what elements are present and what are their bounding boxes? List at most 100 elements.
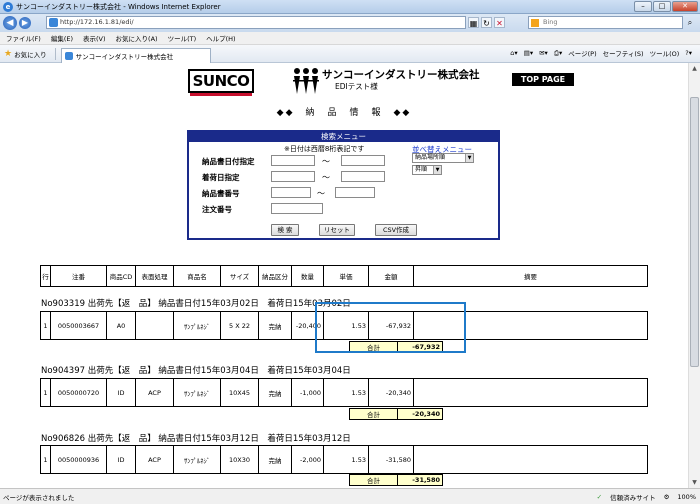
invoice-date-from-input[interactable] <box>271 155 315 166</box>
mail-icon[interactable]: ✉▾ <box>539 49 548 57</box>
favorites-button[interactable]: お気に入り <box>14 49 47 59</box>
invoice-date-to-input[interactable] <box>341 155 385 166</box>
cell-line: 1 <box>40 311 51 340</box>
cell-finish <box>135 311 174 340</box>
cell-product-cd: ID <box>106 378 136 407</box>
window-title: サンコーインダストリー株式会社 - Windows Internet Explo… <box>16 2 221 11</box>
cmd-page[interactable]: ページ(P) <box>568 48 596 58</box>
order-header: No906826 出荷先【返 品】 納品書日付15年03月12日 着荷日15年0… <box>41 434 351 444</box>
arrival-date-to-input[interactable] <box>341 171 385 182</box>
chevron-down-icon: ▼ <box>465 154 473 162</box>
maximize-button[interactable]: □ <box>653 1 671 12</box>
cell-product-name: ｻﾝﾌﾟﾙﾈｼﾞ <box>173 311 221 340</box>
cell-line: 1 <box>40 378 51 407</box>
menu-bar: ファイル(F) 編集(E) 表示(V) お気に入り(A) ツール(T) ヘルプ(… <box>0 32 700 45</box>
bing-icon <box>531 19 539 27</box>
cell-line: 1 <box>40 445 51 474</box>
highlight-overlay <box>315 302 466 353</box>
cell-order-no: 0050000936 <box>50 445 107 474</box>
page-viewport: SUNCO サンコーインダストリー株式会社 EDIテスト様 TOP PAGE ◆… <box>0 63 688 488</box>
invoice-number-to-input[interactable] <box>335 187 375 198</box>
logo-text: SUNCO <box>192 72 250 90</box>
url-input[interactable]: http://172.16.1.81/edi/ <box>46 16 466 29</box>
home-icon[interactable]: ⌂▾ <box>510 49 517 57</box>
total-value: -31,580 <box>397 474 443 486</box>
edi-user-label: EDIテスト様 <box>335 82 378 91</box>
page-title: ◆◆ 納 品 情 報 ◆◆ <box>276 108 412 118</box>
close-button[interactable]: ✕ <box>672 1 698 12</box>
window-controls: – □ ✕ <box>634 1 698 12</box>
menu-edit[interactable]: 編集(E) <box>51 33 73 43</box>
sort-field-value: 納品場所順 <box>415 154 446 161</box>
tilde: ～ <box>322 157 330 166</box>
order-header: No904397 出荷先【返 品】 納品書日付15年03月04日 着荷日15年0… <box>41 366 351 376</box>
cell-finish: ACP <box>135 445 174 474</box>
order-number-input[interactable] <box>271 203 323 214</box>
cmd-safety[interactable]: セーフティ(S) <box>603 48 644 58</box>
logo-bar <box>190 93 252 96</box>
cell-amount: -20,340 <box>368 378 414 407</box>
cell-remarks <box>413 378 648 407</box>
search-button[interactable]: 検 索 <box>271 224 299 236</box>
refresh-icon[interactable]: ↻ <box>481 17 492 28</box>
stop-icon[interactable]: ✕ <box>494 17 505 28</box>
command-bar: ⌂▾ ▤▾ ✉▾ ⎙▾ ページ(P) セーフティ(S) ツール(O) ?▾ <box>510 48 692 59</box>
cmd-tools[interactable]: ツール(O) <box>650 48 680 58</box>
top-page-button[interactable]: TOP PAGE <box>512 73 574 86</box>
cell-delivery-type: 完納 <box>258 378 292 407</box>
invoice-number-from-input[interactable] <box>271 187 311 198</box>
search-icon[interactable]: ⌕ <box>684 17 696 28</box>
scroll-thumb[interactable] <box>690 97 699 367</box>
minimize-button[interactable]: – <box>634 1 652 12</box>
col-header: 注番 <box>50 265 107 287</box>
cell-size: 10X45 <box>220 378 259 407</box>
scroll-down-icon[interactable]: ▼ <box>689 477 700 488</box>
col-header: 商品CD <box>106 265 136 287</box>
star-icon: ★ <box>4 48 13 59</box>
address-actions: ▦ ↻ ✕ <box>468 17 505 28</box>
column-header-table: 行 注番 商品CD 表面処理 商品名 サイズ 納品区分 数量 単価 金額 摘要 <box>40 265 648 287</box>
scroll-up-icon[interactable]: ▲ <box>689 63 700 74</box>
csv-button[interactable]: CSV作成 <box>375 224 417 236</box>
menu-help[interactable]: ヘルプ(H) <box>206 33 235 43</box>
reset-button[interactable]: リセット <box>319 224 355 236</box>
tab-active[interactable]: サンコーインダストリー株式会社 <box>60 47 211 63</box>
forward-button[interactable]: ▶ <box>19 17 31 29</box>
page-icon <box>49 18 58 27</box>
menu-file[interactable]: ファイル(F) <box>6 33 41 43</box>
vertical-scrollbar[interactable]: ▲ ▼ <box>688 63 700 488</box>
cell-size: 10X30 <box>220 445 259 474</box>
feeds-icon[interactable]: ▤▾ <box>524 49 533 57</box>
cell-order-no: 0050000720 <box>50 378 107 407</box>
sort-order-select[interactable]: 昇順 ▼ <box>412 165 442 175</box>
col-header: 行 <box>40 265 51 287</box>
sort-field-select[interactable]: 納品場所順 ▼ <box>412 153 474 163</box>
separator <box>54 47 56 60</box>
sort-order-value: 昇順 <box>415 166 428 173</box>
print-icon[interactable]: ⎙▾ <box>554 49 562 58</box>
cell-quantity: -2,000 <box>291 445 324 474</box>
cell-product-cd: ID <box>106 445 136 474</box>
cell-delivery-type: 完納 <box>258 445 292 474</box>
zoom-level[interactable]: 100% <box>677 493 696 501</box>
cell-size: 5 X 22 <box>220 311 259 340</box>
protected-mode-icon: ⚙ <box>663 492 670 501</box>
cell-product-name: ｻﾝﾌﾟﾙﾈｼﾞ <box>173 445 221 474</box>
status-right: ✓ 信頼済みサイト ⚙ 100% <box>597 492 696 502</box>
menu-tools[interactable]: ツール(T) <box>168 33 197 43</box>
col-header: 商品名 <box>173 265 221 287</box>
col-header: 表面処理 <box>135 265 174 287</box>
search-input[interactable]: Bing <box>528 16 683 29</box>
status-bar: ページが表示されました ✓ 信頼済みサイト ⚙ 100% <box>0 488 700 504</box>
col-header: サイズ <box>220 265 259 287</box>
security-zone[interactable]: 信頼済みサイト <box>610 492 656 502</box>
col-header: 数量 <box>291 265 324 287</box>
back-button[interactable]: ◀ <box>3 16 17 30</box>
menu-favorites[interactable]: お気に入り(A) <box>116 33 158 43</box>
menu-view[interactable]: 表示(V) <box>83 33 106 43</box>
total-label: 合計 <box>349 408 398 420</box>
arrival-date-from-input[interactable] <box>271 171 315 182</box>
help-icon[interactable]: ?▾ <box>685 49 692 57</box>
compat-view-icon[interactable]: ▦ <box>468 17 479 28</box>
col-header: 単価 <box>323 265 369 287</box>
